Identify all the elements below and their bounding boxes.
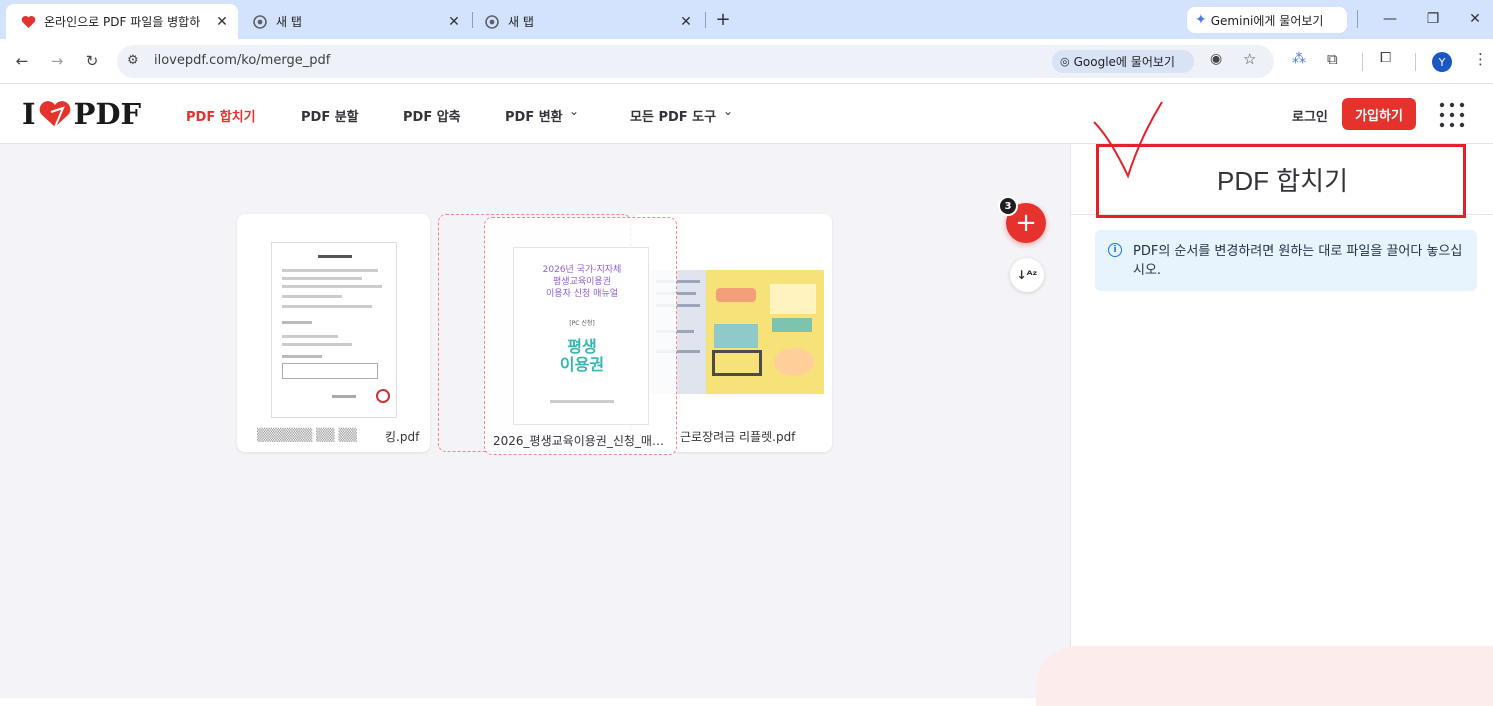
info-text: PDF의 순서를 변경하려면 원하는 대로 파일을 끌어다 놓으십시오. — [1133, 244, 1463, 278]
decorative-corner — [1036, 646, 1493, 706]
new-tab-plus-icon[interactable]: + — [712, 8, 734, 30]
file-card[interactable]: ▒▒▒▒▒▒ ▒▒ ▒▒ 킹.pdf — [237, 214, 430, 452]
login-link[interactable]: 로그인 — [1292, 106, 1328, 125]
pdf-thumbnail — [271, 242, 397, 418]
profile-avatar[interactable]: Y — [1432, 52, 1452, 72]
address-bar[interactable]: ⚙ ilovepdf.com/ko/merge_pdf ◎ Google에 물어… — [117, 45, 1274, 78]
file-name: 2026_평생교육이용권_신청_매… — [493, 434, 664, 448]
puzzle-extensions-icon[interactable]: ⧉ — [1327, 50, 1338, 68]
logo-text-pdf: PDF — [73, 97, 142, 131]
google-ask-label: Google에 물어보기 — [1073, 55, 1175, 69]
eye-off-icon[interactable]: ◉ — [1210, 51, 1222, 67]
logo-text-i: I — [22, 97, 36, 131]
nav-convert-pdf[interactable]: PDF 변환 — [505, 106, 563, 125]
close-window-icon[interactable]: ✕ — [1455, 6, 1493, 32]
tab-search-icon[interactable]: ⧠ — [1380, 50, 1391, 66]
sidebar-panel: PDF 합치기 i PDF의 순서를 변경하려면 원하는 대로 파일을 끌어다 … — [1070, 144, 1493, 698]
tab-new-1[interactable]: 새 탭 ✕ — [238, 4, 470, 39]
checkmark-annotation — [1093, 101, 1163, 179]
file-name: 근로장려금 리플렛.pdf — [680, 430, 796, 444]
chevron-down-icon[interactable]: ⌄ — [569, 104, 579, 118]
tab-title: 온라인으로 PDF 파일을 병합하 — [44, 15, 201, 29]
sort-az-icon[interactable]: ↓ᴬᶻ — [1010, 258, 1044, 292]
lens-icon: ◎ — [1060, 55, 1070, 68]
chrome-icon — [252, 14, 268, 30]
reload-icon[interactable]: ↻ — [80, 49, 104, 73]
doc-subtitle: [PC 신청] — [569, 320, 595, 327]
minimize-icon[interactable]: — — [1370, 6, 1410, 32]
star-icon[interactable]: ☆ — [1243, 50, 1256, 68]
extension-sparkle-icon[interactable]: ⁂ — [1292, 51, 1306, 67]
kebab-menu-icon[interactable]: ⋮ — [1473, 50, 1488, 68]
file-name: 킹.pdf — [385, 430, 420, 444]
forward-icon[interactable]: → — [45, 49, 69, 73]
tab-merge-pdf[interactable]: 온라인으로 PDF 파일을 병합하 ✕ — [6, 4, 238, 39]
restore-icon[interactable]: ❐ — [1413, 6, 1453, 32]
browser-toolbar: ← → ↻ ⚙ ilovepdf.com/ko/merge_pdf ◎ Goog… — [0, 39, 1493, 84]
file-workspace: ▒▒▒▒▒▒ ▒▒ ▒▒ 킹.pdf 근로장려금 리플렛.pdf 2026년 국… — [0, 144, 1070, 698]
url-text[interactable]: ilovepdf.com/ko/merge_pdf — [154, 53, 330, 68]
close-tab-icon[interactable]: ✕ — [212, 12, 232, 32]
ilovepdf-logo[interactable]: I PDF — [22, 97, 142, 131]
divider — [1415, 53, 1416, 71]
file-card-dragging[interactable]: 2026년 국가-지자체 평생교육이용권 이용자 신청 매뉴얼 [PC 신청] … — [484, 217, 677, 455]
site-settings-icon[interactable]: ⚙ — [127, 53, 139, 68]
tab-new-2[interactable]: 새 탭 ✕ — [470, 4, 702, 39]
chrome-icon — [484, 14, 500, 30]
gemini-label: Gemini에게 물어보기 — [1210, 13, 1324, 28]
nav-compress-pdf[interactable]: PDF 압축 — [403, 106, 461, 125]
pdf-thumbnail: 2026년 국가-지자체 평생교육이용권 이용자 신청 매뉴얼 [PC 신청] … — [513, 247, 649, 425]
apps-grid-icon[interactable] — [1438, 101, 1466, 129]
browser-tab-bar: 온라인으로 PDF 파일을 병합하 ✕ 새 탭 ✕ 새 탭 ✕ + ✦ Gemi… — [0, 0, 1493, 39]
logo-heart-icon — [39, 101, 70, 128]
doc-brand-logo: 평생 이용권 — [559, 337, 605, 374]
gemini-sparkle-icon: ✦ — [1195, 12, 1207, 28]
doc-title-line: 평생교육이용권 — [553, 277, 611, 287]
back-icon[interactable]: ← — [10, 49, 34, 73]
nav-merge-pdf[interactable]: PDF 합치기 — [186, 106, 256, 125]
site-header: I PDF PDF 합치기 PDF 분할 PDF 압축 PDF 변환 ⌄ 모든 … — [0, 85, 1493, 144]
nav-all-tools[interactable]: 모든 PDF 도구 — [630, 106, 716, 125]
file-name-blurred: ▒▒▒▒▒▒ ▒▒ ▒▒ — [257, 428, 357, 442]
google-ask-button[interactable]: ◎ Google에 물어보기 — [1052, 50, 1194, 73]
info-icon: i — [1108, 243, 1122, 257]
divider — [1357, 10, 1358, 28]
nav-split-pdf[interactable]: PDF 분할 — [301, 106, 359, 125]
divider — [1362, 53, 1363, 71]
close-tab-icon[interactable]: ✕ — [676, 12, 696, 32]
file-count-badge: 3 — [998, 196, 1018, 216]
ilovepdf-heart-icon — [20, 14, 36, 30]
close-tab-icon[interactable]: ✕ — [444, 12, 464, 32]
signup-button[interactable]: 가입하기 — [1342, 98, 1416, 130]
gemini-button[interactable]: ✦ Gemini에게 물어보기 — [1187, 7, 1347, 33]
tab-title: 새 탭 — [508, 15, 534, 29]
tab-separator — [705, 12, 706, 28]
tab-title: 새 탭 — [276, 15, 302, 29]
doc-title-line: 이용자 신청 매뉴얼 — [546, 289, 618, 299]
doc-title-line: 2026년 국가-지자체 — [542, 265, 622, 275]
chevron-down-icon[interactable]: ⌄ — [723, 104, 733, 118]
info-notice: i PDF의 순서를 변경하려면 원하는 대로 파일을 끌어다 놓으십시오. — [1095, 230, 1477, 291]
